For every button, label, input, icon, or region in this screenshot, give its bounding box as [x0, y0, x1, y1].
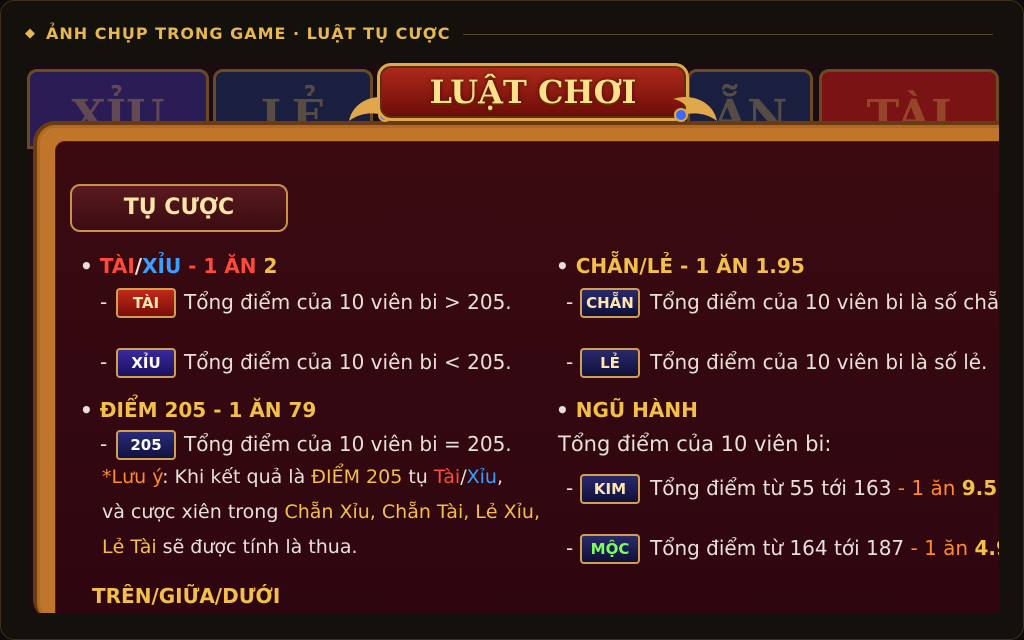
kim-badge: KIM — [580, 474, 640, 504]
taixiu-slash: / — [134, 254, 143, 278]
caption-divider — [463, 34, 993, 35]
kim-range: Tổng điểm từ 55 tới 163 — [650, 476, 892, 500]
rules-content[interactable]: TỤ CƯỢC • TÀI/XỈU - 1 ĂN 2 - TÀI Tổng đi… — [55, 141, 999, 613]
note-star: *Lưu ý — [102, 466, 163, 488]
bullet-icon: • — [556, 398, 576, 422]
note-text: và cược xiên trong — [102, 501, 285, 523]
game-screenshot: XỈU LẺ ẴN TÀI TỤ CƯỢC • TÀI/XỈU - 1 ĂN 2… — [27, 63, 999, 613]
nguhanh-label: NGŨ HÀNH — [575, 398, 698, 422]
taixiu-heading: • TÀI/XỈU - 1 ĂN 2 — [80, 254, 277, 278]
xiu-badge: XỈU — [116, 348, 176, 378]
caption-text: ẢNH CHỤP TRONG GAME · LUẬT TỤ CƯỢC — [46, 23, 451, 43]
diem205-label: ĐIỂM 205 - 1 ĂN — [99, 398, 282, 422]
xiu-rule-text: Tổng điểm của 10 viên bi < 205. — [184, 350, 512, 374]
taixiu-xiu-label: XỈU — [142, 254, 182, 278]
moc-odds-label: - 1 ăn — [910, 536, 969, 560]
ornament-right-icon — [673, 97, 717, 122]
cut-heading: TRÊN/GIỮA/DƯỚI — [92, 584, 281, 608]
chan-rule-text: Tổng điểm của 10 viên bi là số chẵn. — [650, 290, 999, 314]
moc-rule-text: Tổng điểm từ 164 tới 187 - 1 ăn 4.9 — [650, 536, 999, 560]
page-title: LUẬT CHƠI — [429, 73, 637, 111]
dash-icon: - — [100, 432, 108, 456]
kim-odds-label: - 1 ăn — [897, 476, 956, 500]
note-text: tụ — [402, 466, 434, 488]
note-paragraph: *Lưu ý: Khi kết quả là ĐIỂM 205 tụ Tài/X… — [102, 460, 542, 565]
diem205-heading: • ĐIỂM 205 - 1 ĂN 79 — [80, 398, 316, 422]
chanle-heading: • CHẴN/LẺ - 1 ĂN 1.95 — [556, 254, 805, 278]
nguhanh-subtext: Tổng điểm của 10 viên bi: — [558, 432, 832, 456]
le-rule-text: Tổng điểm của 10 viên bi là số lẻ. — [650, 350, 988, 374]
bullet-icon: • — [80, 398, 100, 422]
diamond-icon: ◆ — [25, 25, 36, 41]
caption: ◆ ẢNH CHỤP TRONG GAME · LUẬT TỤ CƯỢC — [25, 21, 450, 45]
note-tai: Tài — [433, 466, 461, 488]
dash-icon: - — [100, 350, 108, 374]
note-xiu: Xỉu — [466, 466, 497, 488]
note-text: : Khi kết quả là — [162, 466, 312, 488]
le-badge: LẺ — [580, 348, 640, 378]
chan-badge: CHẴN — [580, 288, 640, 318]
screenshot-frame: ◆ ẢNH CHỤP TRONG GAME · LUẬT TỤ CƯỢC XỈU… — [0, 0, 1024, 640]
rules-panel: TỤ CƯỢC • TÀI/XỈU - 1 ĂN 2 - TÀI Tổng đi… — [33, 121, 999, 613]
dash-icon: - — [566, 290, 574, 314]
taixiu-rest-label: - 1 ĂN — [181, 254, 257, 278]
bullet-icon: • — [556, 254, 576, 278]
n205-rule-text: Tổng điểm của 10 viên bi = 205. — [184, 432, 512, 456]
diem205-odds: 79 — [288, 398, 317, 422]
moc-odds: 4.9 — [974, 536, 999, 560]
bullet-icon: • — [80, 254, 100, 278]
n205-badge: 205 — [116, 430, 176, 460]
dash-icon: - — [566, 350, 574, 374]
tab-tu-cuoc-button[interactable]: TỤ CƯỢC — [70, 184, 288, 232]
nguhanh-heading: • NGŨ HÀNH — [556, 398, 698, 422]
moc-badge: MỘC — [580, 534, 640, 564]
chanle-odds: 1.95 — [755, 254, 805, 278]
tai-rule-text: Tổng điểm của 10 viên bi > 205. — [184, 290, 512, 314]
note-diem: ĐIỂM 205 — [311, 466, 403, 488]
taixiu-tai-label: TÀI — [99, 254, 135, 278]
dash-icon: - — [100, 290, 108, 314]
taixiu-odds: 2 — [263, 254, 278, 278]
dash-icon: - — [566, 536, 574, 560]
title-banner: LUẬT CHƠI — [349, 63, 717, 123]
note-text: , — [496, 466, 503, 488]
tai-badge: TÀI — [116, 288, 176, 318]
note-text: sẽ được tính là thua. — [156, 536, 358, 558]
dash-icon: - — [566, 476, 574, 500]
kim-rule-text: Tổng điểm từ 55 tới 163 - 1 ăn 9.5 — [650, 476, 997, 500]
chanle-label: CHẴN/LẺ - 1 ĂN — [575, 254, 749, 278]
moc-range: Tổng điểm từ 164 tới 187 — [650, 536, 905, 560]
kim-odds: 9.5 — [961, 476, 998, 500]
